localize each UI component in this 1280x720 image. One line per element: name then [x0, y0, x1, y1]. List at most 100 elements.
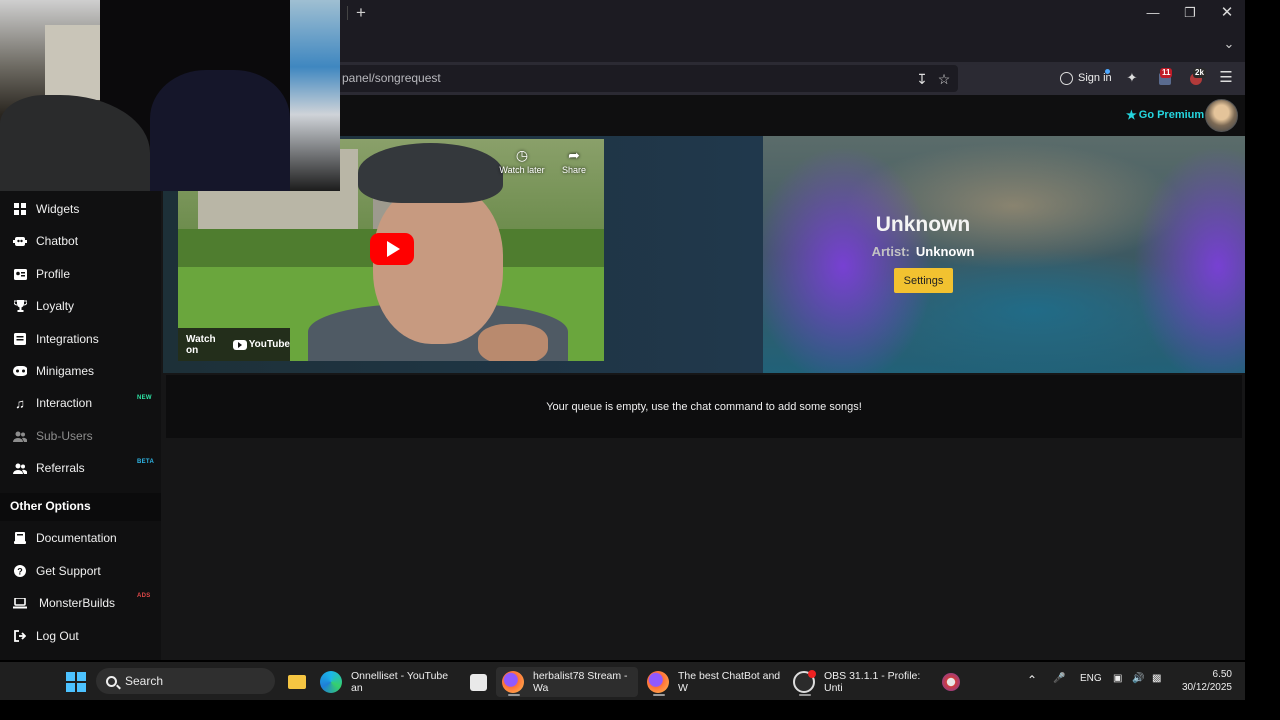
battery-icon[interactable]: ▩: [1152, 673, 1161, 684]
referrals-icon: [13, 461, 27, 475]
file-explorer-button[interactable]: [282, 667, 308, 697]
windows-start-icon[interactable]: [66, 672, 86, 692]
new-tab-button[interactable]: +: [352, 4, 370, 22]
sidebar-label: Profile: [36, 267, 71, 281]
music-note-icon: ♫: [15, 395, 25, 411]
taskbar-app-firefox-chatbot[interactable]: The best ChatBot and W: [641, 667, 783, 697]
sidebar-label: Sub-Users: [36, 429, 93, 443]
sidebar-item-interaction[interactable]: ♫ Interaction NEW: [0, 388, 161, 418]
beta-badge: BETA: [137, 459, 155, 465]
sidebar-label: Chatbot: [36, 234, 79, 248]
settings-button[interactable]: Settings: [894, 268, 953, 293]
watch-on-label: Watch on: [186, 333, 216, 356]
close-window-button[interactable]: ✕: [1217, 4, 1237, 22]
webcam-overlay: [0, 0, 340, 191]
store-button[interactable]: [464, 667, 490, 697]
taskbar-app-edge[interactable]: Onnelliset - YouTube an: [314, 667, 462, 697]
clock-date: 30/12/2025: [1181, 682, 1232, 693]
restore-button[interactable]: ❐: [1180, 4, 1200, 22]
song-title: Unknown: [875, 213, 971, 236]
system-clock[interactable]: 6.50 30/12/2025: [1176, 668, 1232, 694]
extensions-puzzle-icon[interactable]: ✦: [1122, 68, 1142, 88]
youtube-logo-text: YouTube: [248, 339, 290, 350]
song-queue: Your queue is empty, use the chat comman…: [166, 375, 1242, 438]
list-all-tabs-chevron-icon[interactable]: ⌄: [1219, 34, 1239, 54]
volume-icon[interactable]: 🔊: [1132, 673, 1144, 684]
go-premium-link[interactable]: ★ Go Premium: [1126, 108, 1204, 122]
user-avatar[interactable]: [1205, 99, 1238, 132]
artist-value: Unknown: [915, 244, 975, 259]
task-label: The best ChatBot and W: [678, 670, 781, 694]
extension-icon-1[interactable]: 11: [1155, 68, 1175, 88]
show-hidden-icons-chevron-icon[interactable]: ⌃: [1027, 673, 1037, 687]
watch-later-button[interactable]: ◷ Watch later: [492, 147, 552, 175]
users-icon: [13, 429, 27, 443]
sidebar-item-sub-users: Sub-Users: [0, 421, 161, 451]
notification-dot: [1105, 69, 1110, 74]
screen: + — ❐ ✕ ⌄ panel/songrequest ↧ ☆ Sign in …: [0, 0, 1280, 720]
task-label: Onnelliset - YouTube an: [351, 670, 449, 694]
sidebar-item-integrations[interactable]: Integrations: [0, 324, 161, 354]
go-premium-label: Go Premium: [1138, 109, 1205, 121]
microphone-icon[interactable]: 🎤: [1053, 673, 1065, 684]
artist-line: Artist: Unknown: [763, 244, 1083, 259]
bookmark-star-icon[interactable]: ☆: [934, 69, 954, 89]
widgets-icon: [13, 202, 27, 216]
search-label: Search: [125, 674, 164, 688]
hamburger-menu-icon[interactable]: ☰: [1216, 68, 1236, 88]
sidebar-item-referrals[interactable]: Referrals BETA: [0, 453, 161, 483]
url-text: panel/songrequest: [342, 71, 441, 85]
sidebar-label: MonsterBuilds: [39, 596, 116, 610]
watch-later-label: Watch later: [499, 165, 545, 175]
sidebar-label: Loyalty: [36, 299, 75, 313]
taskbar-search[interactable]: Search: [96, 668, 275, 694]
network-icon[interactable]: ▣: [1113, 673, 1122, 684]
star-icon: ★: [1126, 108, 1137, 122]
sidebar-label: Minigames: [36, 364, 95, 378]
minimize-button[interactable]: —: [1143, 4, 1163, 22]
clock-time: 6.50: [1212, 669, 1232, 680]
watch-on-youtube-link[interactable]: Watch on YouTube: [178, 328, 290, 361]
clock-icon: ◷: [515, 147, 529, 163]
help-icon: ?: [13, 564, 27, 578]
sidebar-item-profile[interactable]: Profile: [0, 259, 161, 289]
youtube-play-button[interactable]: [370, 233, 414, 265]
share-arrow-icon: ➦: [568, 147, 580, 163]
sidebar-label: Integrations: [36, 332, 99, 346]
sidebar-item-documentation[interactable]: Documentation: [0, 523, 161, 553]
sidebar-item-chatbot[interactable]: Chatbot: [0, 226, 161, 256]
sidebar-item-widgets[interactable]: Widgets: [0, 194, 161, 224]
sidebar-item-monsterbuilds[interactable]: MonsterBuilds ADS: [0, 588, 161, 618]
app-icon: [942, 673, 960, 691]
svg-text:?: ?: [17, 567, 23, 577]
taskbar-app-extra[interactable]: [936, 667, 964, 697]
tab-separator: [347, 6, 348, 20]
address-bar[interactable]: panel/songrequest ↧ ☆: [330, 65, 958, 92]
share-label: Share: [561, 165, 587, 175]
language-indicator[interactable]: ENG: [1080, 673, 1102, 684]
share-button[interactable]: ➦ Share: [544, 147, 604, 175]
extension-badge-2: 2k: [1193, 68, 1206, 78]
extension-icon-2[interactable]: 2k: [1186, 68, 1206, 88]
logout-icon: [13, 629, 27, 643]
account-icon: [1060, 71, 1073, 85]
search-icon: [106, 675, 117, 687]
sidebar-item-loyalty[interactable]: Loyalty: [0, 291, 161, 321]
extension-badge-1: 11: [1160, 68, 1173, 78]
task-label: OBS 31.1.1 - Profile: Unti: [824, 670, 921, 694]
youtube-logo: YouTube: [232, 339, 290, 350]
install-page-icon[interactable]: ↧: [912, 69, 932, 89]
sidebar-label: Widgets: [36, 202, 80, 216]
play-icon: [387, 241, 400, 257]
queue-empty-message: Your queue is empty, use the chat comman…: [546, 401, 862, 413]
store-icon: [470, 673, 487, 691]
sidebar-item-minigames[interactable]: Minigames: [0, 356, 161, 386]
trophy-icon: [13, 299, 27, 313]
sidebar-item-get-support[interactable]: ? Get Support: [0, 556, 161, 586]
taskbar-app-obs[interactable]: OBS 31.1.1 - Profile: Unti: [787, 667, 937, 697]
sign-in-button[interactable]: Sign in: [1057, 66, 1115, 90]
sidebar-item-log-out[interactable]: Log Out: [0, 621, 161, 651]
sidebar-label: Referrals: [36, 461, 85, 475]
new-badge: NEW: [137, 395, 152, 401]
taskbar-app-firefox-stream[interactable]: herbalist78 Stream - Wa: [496, 667, 638, 697]
